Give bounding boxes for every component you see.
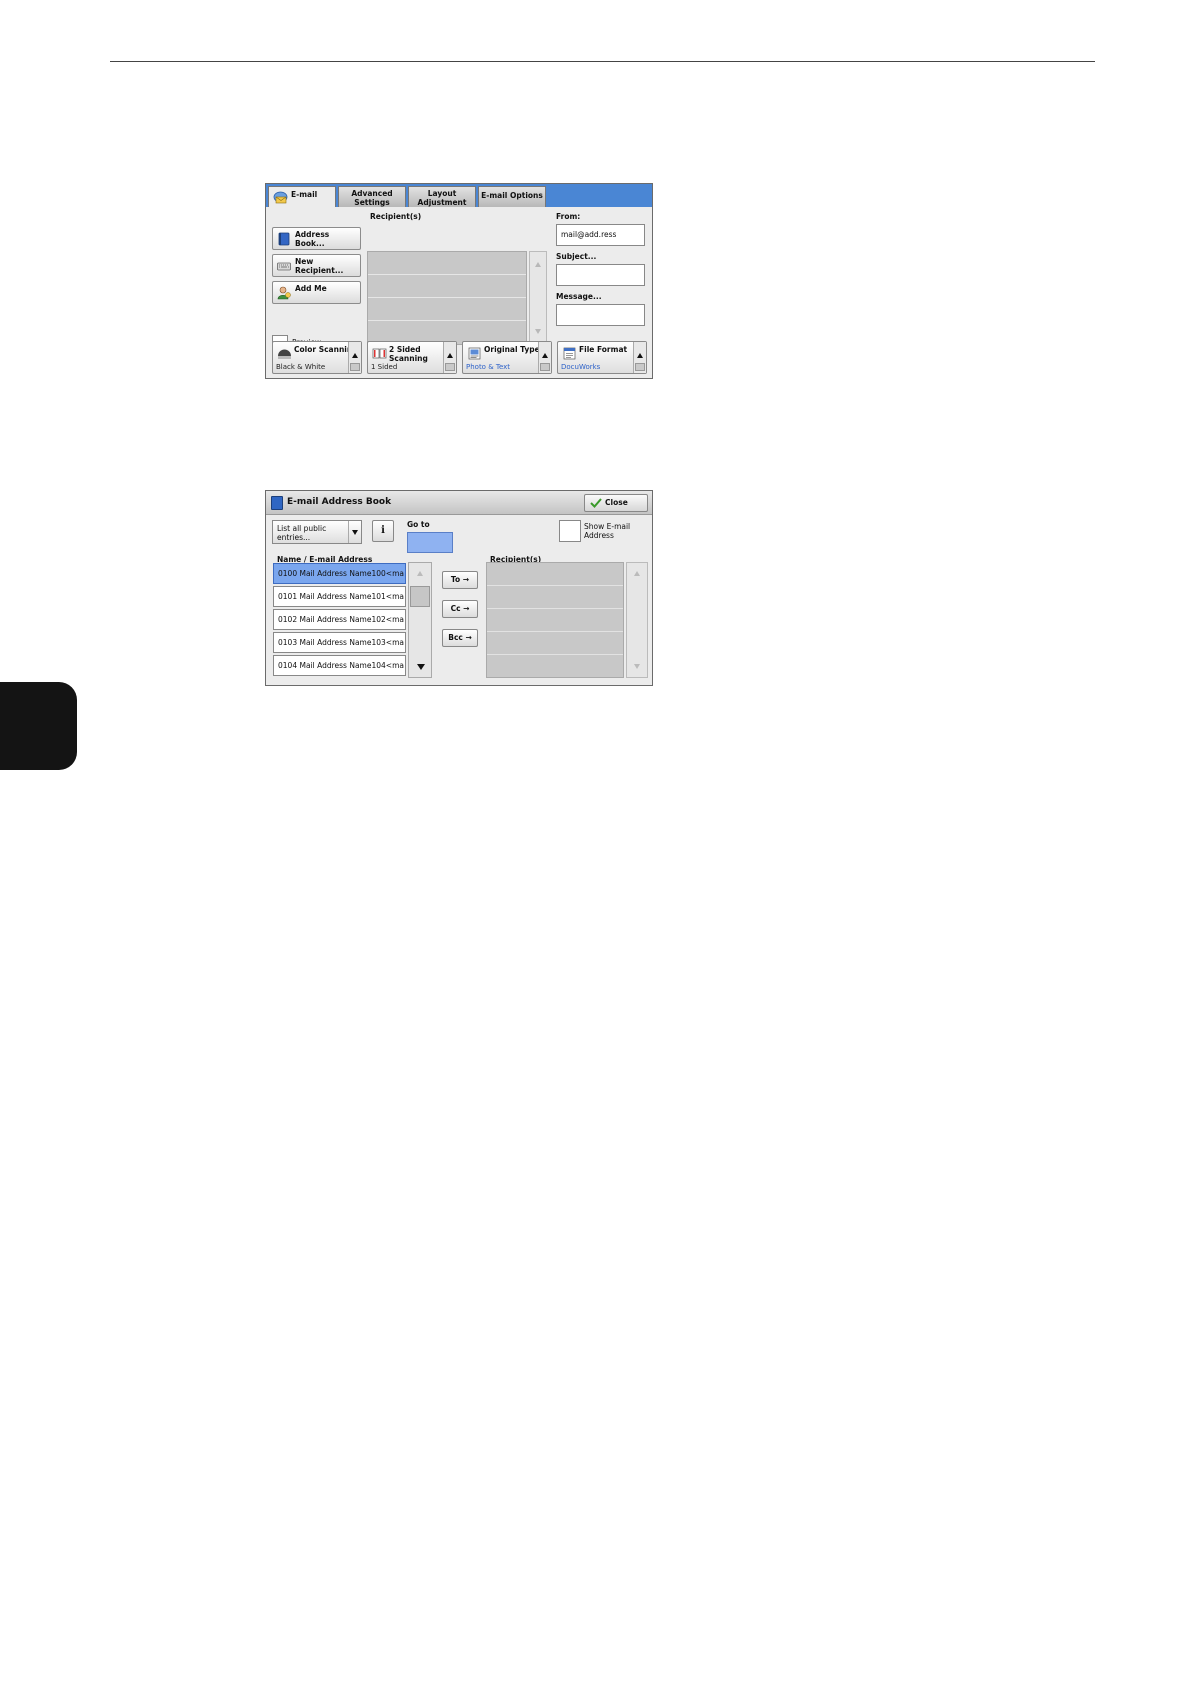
entries-filter-label: List all public entries... [277,524,327,542]
scroll-up-icon[interactable] [634,571,640,576]
recipients-scrollbar[interactable] [529,251,547,345]
scroll-up-icon[interactable] [542,353,548,358]
list-item[interactable]: 0102 Mail Address Name102<ma [273,609,406,630]
from-field[interactable]: mail@add.ress [556,224,645,246]
color-scanning-icon [278,349,291,359]
original-type-value: Photo & Text [466,363,511,371]
scroll-up-icon[interactable] [447,353,453,358]
selected-recipients-list[interactable] [486,562,624,678]
add-bcc-button[interactable]: Bcc → [442,629,478,647]
info-button[interactable]: i [372,520,394,542]
original-type-icon [468,347,481,360]
name-list-scrollbar[interactable] [408,562,432,678]
person-add-icon [277,286,291,300]
email-screen: E-mail Advanced Settings Layout Adjustme… [265,183,653,379]
address-book-titlebar: E-mail Address Book Close [266,491,652,515]
entries-filter-dropdown[interactable]: List all public entries... [272,520,362,544]
original-type-button[interactable]: Original Type Photo & Text [462,341,552,374]
file-format-value: DocuWorks [561,363,601,371]
goto-label: Go to [407,520,430,529]
page-top-rule [110,61,1095,62]
tab-email-options[interactable]: E-mail Options [478,186,546,207]
address-book-icon [278,232,290,246]
color-scanning-button[interactable]: Color Scanning Black & White [272,341,362,374]
recipients-list[interactable] [367,251,527,345]
tab-email-label: E-mail [291,190,318,199]
checkmark-icon [590,498,602,508]
subject-field[interactable] [556,264,645,286]
tab-layout-adjustment-label: Layout Adjustment [417,189,467,207]
file-format-icon [563,347,576,360]
add-me-button[interactable]: Add Me [272,281,361,304]
tab-bar: E-mail Advanced Settings Layout Adjustme… [266,184,652,209]
recipient-row[interactable] [368,275,526,298]
two-sided-icon [372,348,387,359]
original-type-label: Original Type [484,345,540,354]
address-book-label: Address Book... [295,230,330,248]
message-label: Message... [556,292,602,301]
color-scanning-value: Black & White [276,363,326,371]
scroll-up-icon[interactable] [637,353,643,358]
file-format-button[interactable]: File Format DocuWorks [557,341,647,374]
recipient-row[interactable] [368,298,526,321]
recipient-row[interactable] [368,252,526,275]
message-field[interactable] [556,304,645,326]
address-book-button[interactable]: Address Book... [272,227,361,250]
add-cc-button[interactable]: Cc → [442,600,478,618]
address-book-title: E-mail Address Book [287,497,392,507]
scroll-up-icon[interactable] [417,571,423,576]
new-recipient-button[interactable]: New Recipient... [272,254,361,277]
tab-advanced-settings[interactable]: Advanced Settings [338,186,406,207]
two-sided-scanning-button[interactable]: 2 Sided Scanning 1 Sided [367,341,457,374]
list-item[interactable]: 0100 Mail Address Name100<ma [273,563,406,584]
two-sided-scroll[interactable] [443,342,456,373]
recipients-label: Recipient(s) [370,212,422,221]
tab-email-options-label: E-mail Options [481,191,543,200]
goto-input[interactable] [407,532,453,553]
file-format-scroll[interactable] [633,342,646,373]
from-label: From: [556,212,581,221]
add-me-label: Add Me [295,284,327,293]
close-button[interactable]: Close [584,494,648,512]
chevron-down-icon[interactable] [348,521,361,543]
address-book-screen: E-mail Address Book Close List all publi… [265,490,653,686]
recipient-row[interactable] [487,586,623,609]
scroll-thumb[interactable] [410,586,430,607]
list-item[interactable]: 0103 Mail Address Name103<ma [273,632,406,653]
file-format-label: File Format [579,345,628,354]
tab-advanced-settings-label: Advanced Settings [351,189,393,207]
show-email-label: Show E-mail Address [584,522,634,540]
color-scanning-scroll[interactable] [348,342,361,373]
address-book-panel: List all public entries... i Go to Show … [266,515,652,685]
list-item[interactable]: 0104 Mail Address Name104<ma [273,655,406,676]
selected-recipients-scrollbar[interactable] [626,562,648,678]
recipient-row[interactable] [487,609,623,632]
scroll-down-icon[interactable] [535,329,541,334]
address-book-icon [271,496,283,510]
close-label: Close [605,498,628,507]
add-to-button[interactable]: To → [442,571,478,589]
show-email-checkbox[interactable] [559,520,581,542]
recipient-row[interactable] [487,655,623,678]
email-envelope-icon [273,191,288,204]
recipient-row[interactable] [487,632,623,655]
tab-layout-adjustment[interactable]: Layout Adjustment [408,186,476,207]
scroll-down-icon[interactable] [634,664,640,669]
original-type-scroll[interactable] [538,342,551,373]
scroll-up-icon[interactable] [352,353,358,358]
new-recipient-label: New Recipient... [295,257,344,275]
show-email-label-text: Show E-mail Address [584,522,631,540]
keyboard-icon [277,262,291,271]
scroll-up-icon[interactable] [535,262,541,267]
tab-email[interactable]: E-mail [268,186,336,209]
recipient-row[interactable] [487,563,623,586]
subject-label: Subject... [556,252,597,261]
list-item[interactable]: 0101 Mail Address Name101<ma [273,586,406,607]
scroll-down-icon[interactable] [417,664,425,670]
two-sided-value: 1 Sided [371,363,398,371]
chapter-side-tab [0,682,77,770]
